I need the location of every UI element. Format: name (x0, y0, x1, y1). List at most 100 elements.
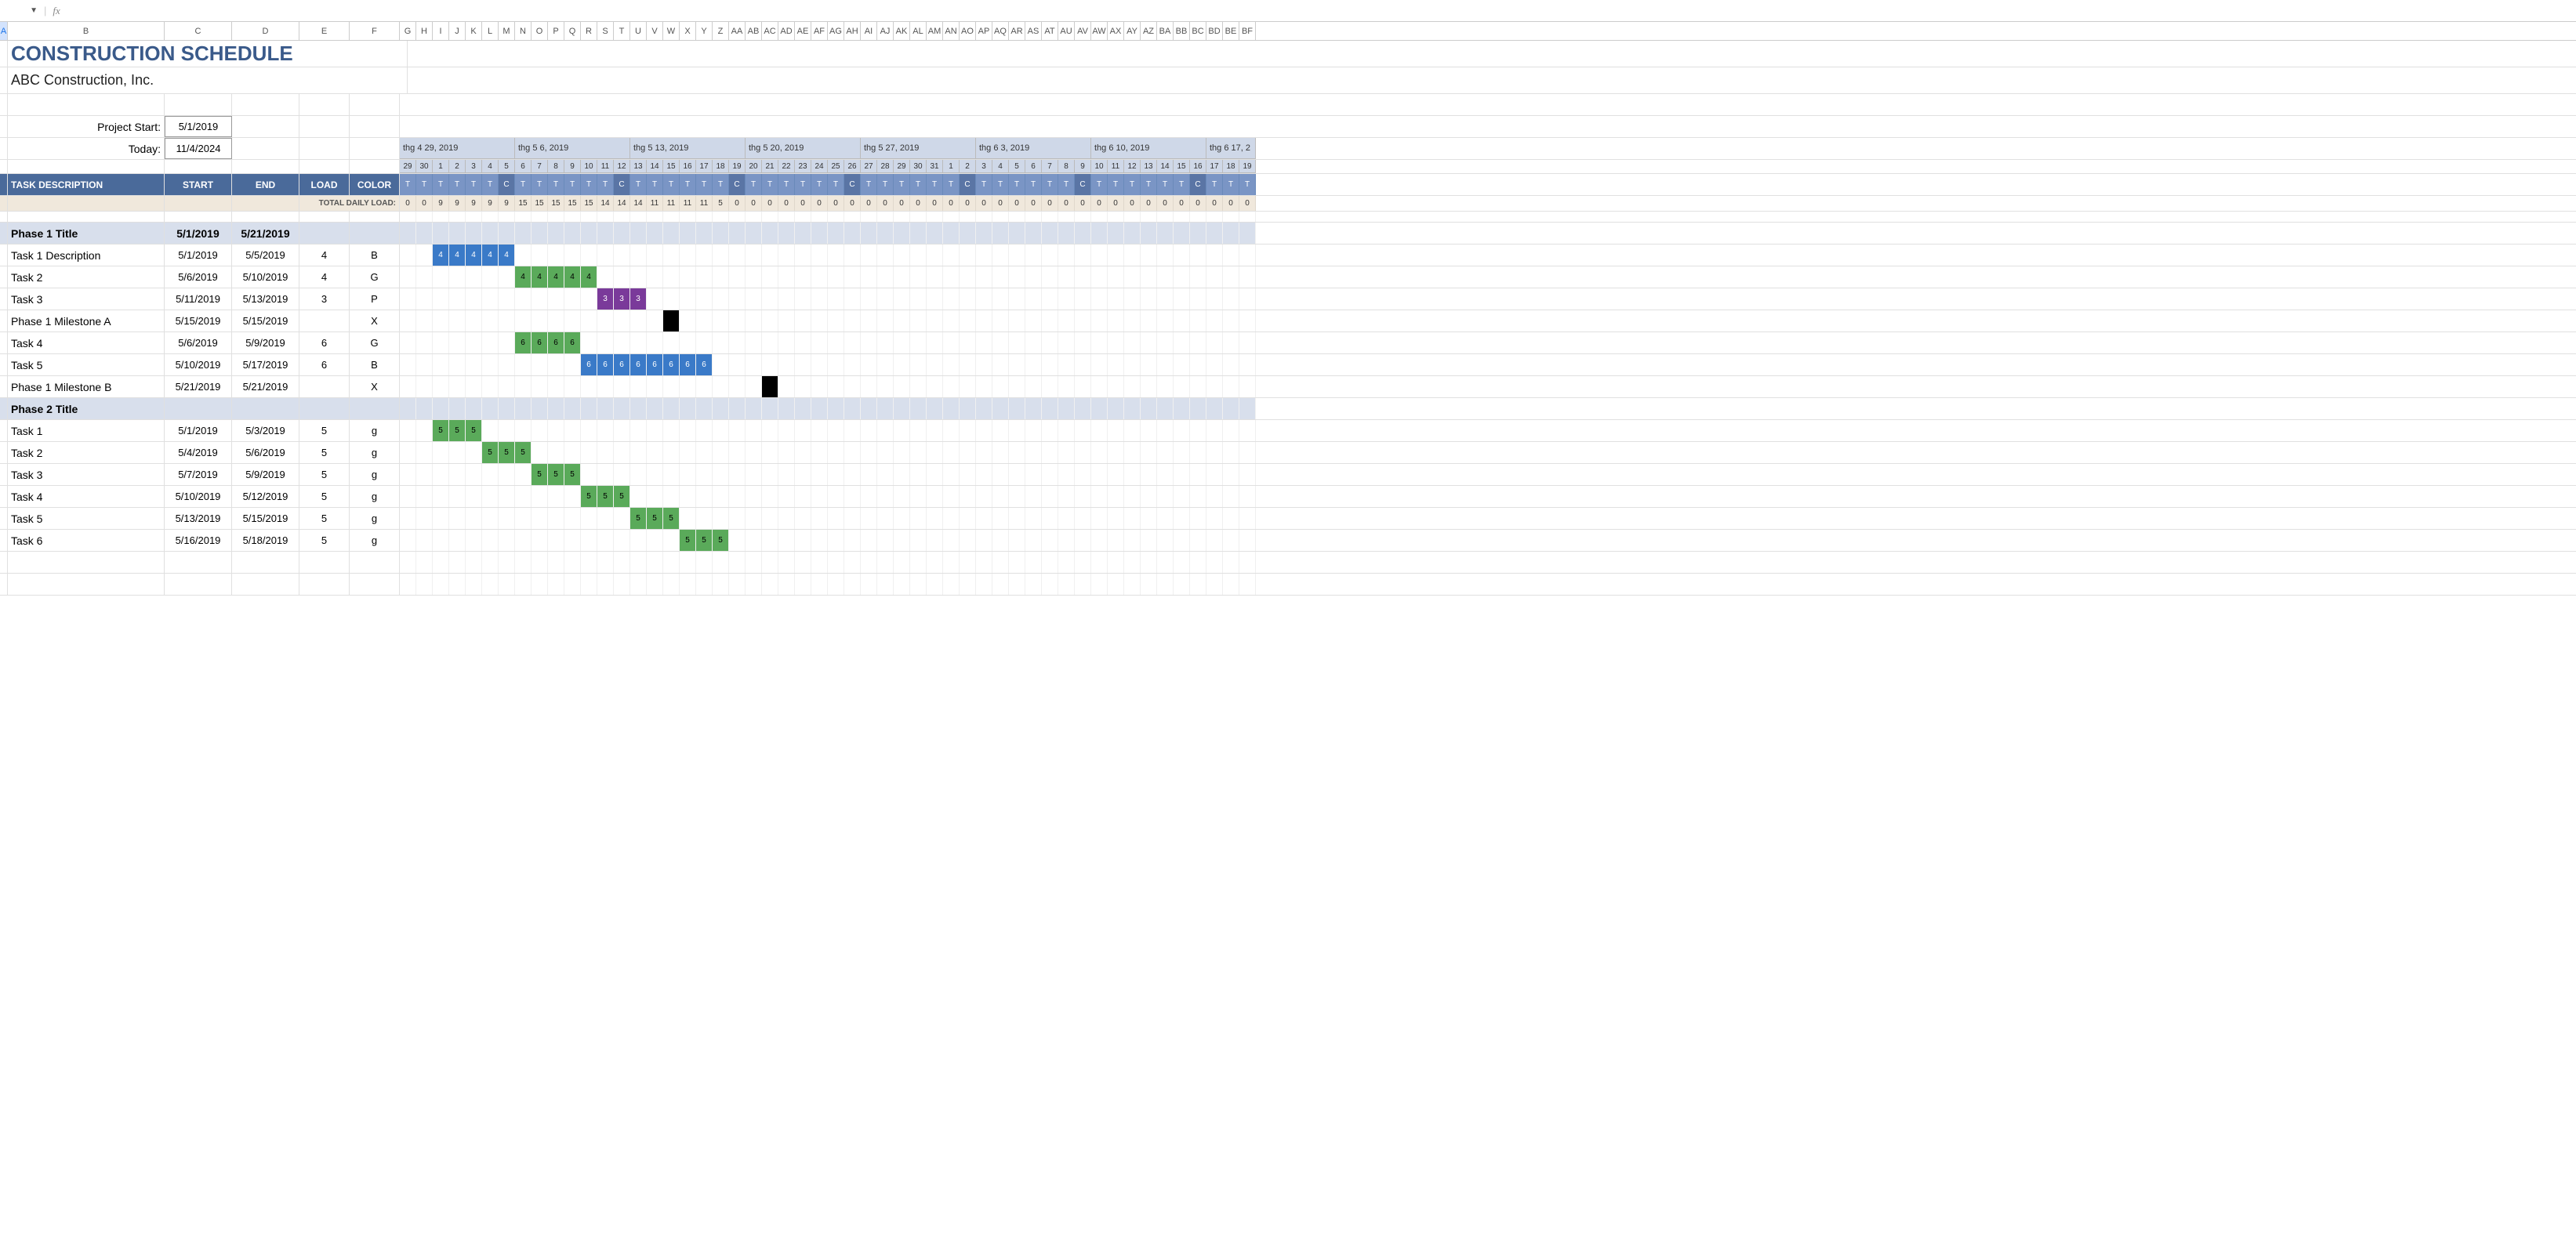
gantt-bar-segment[interactable]: 5 (581, 486, 597, 507)
gantt-cell[interactable] (614, 420, 630, 441)
gantt-cell[interactable] (1075, 223, 1091, 244)
gantt-cell[interactable] (1108, 244, 1124, 266)
gantt-cell[interactable] (647, 530, 663, 551)
gantt-cell[interactable] (811, 288, 828, 310)
gantt-cell[interactable] (877, 244, 894, 266)
gantt-cell[interactable] (713, 486, 729, 507)
gantt-cell[interactable] (927, 376, 943, 397)
gantt-cell[interactable] (499, 486, 515, 507)
gantt-cell[interactable] (499, 420, 515, 441)
gantt-cell[interactable] (1042, 398, 1058, 419)
gantt-cell[interactable] (696, 332, 713, 353)
gantt-cell[interactable] (597, 464, 614, 485)
gantt-cell[interactable] (943, 354, 960, 375)
gantt-cell[interactable] (1042, 420, 1058, 441)
gantt-cell[interactable] (927, 354, 943, 375)
gantt-cell[interactable] (1075, 288, 1091, 310)
gantt-cell[interactable] (532, 508, 548, 529)
gantt-cell[interactable] (663, 442, 680, 463)
gantt-cell[interactable] (1239, 420, 1256, 441)
gantt-cell[interactable] (696, 266, 713, 288)
task-name[interactable]: Task 1 (8, 420, 165, 441)
gantt-cell[interactable] (894, 442, 910, 463)
gantt-cell[interactable] (1223, 398, 1239, 419)
col-header-AM[interactable]: AM (927, 22, 943, 40)
gantt-cell[interactable] (778, 508, 795, 529)
gantt-cell[interactable] (449, 464, 466, 485)
gantt-cell[interactable] (548, 376, 564, 397)
gantt-cell[interactable] (861, 464, 877, 485)
task-start[interactable]: 5/13/2019 (165, 508, 232, 529)
gantt-cell[interactable] (696, 376, 713, 397)
gantt-cell[interactable] (1157, 530, 1174, 551)
gantt-cell[interactable] (663, 420, 680, 441)
gantt-cell[interactable] (894, 486, 910, 507)
gantt-cell[interactable] (976, 266, 992, 288)
task-row[interactable]: Task 45/10/20195/12/20195g555 (0, 486, 2576, 508)
gantt-bar-segment[interactable]: 5 (466, 420, 482, 441)
gantt-cell[interactable] (680, 376, 696, 397)
gantt-bar-segment[interactable] (729, 223, 746, 244)
gantt-cell[interactable] (482, 508, 499, 529)
task-row[interactable]: Task 55/13/20195/15/20195g555 (0, 508, 2576, 530)
gantt-cell[interactable] (778, 442, 795, 463)
col-header-E[interactable]: E (299, 22, 350, 40)
gantt-cell[interactable] (1157, 486, 1174, 507)
gantt-cell[interactable] (482, 420, 499, 441)
gantt-cell[interactable] (762, 464, 778, 485)
gantt-cell[interactable] (449, 288, 466, 310)
task-end[interactable]: 5/9/2019 (232, 464, 299, 485)
gantt-cell[interactable] (729, 486, 746, 507)
gantt-cell[interactable] (1108, 464, 1124, 485)
gantt-cell[interactable] (828, 420, 844, 441)
task-name[interactable]: Task 5 (8, 354, 165, 375)
task-end[interactable]: 5/17/2019 (232, 354, 299, 375)
gantt-cell[interactable] (482, 332, 499, 353)
gantt-cell[interactable] (680, 442, 696, 463)
phase-row[interactable]: Phase 2 Title (0, 398, 2576, 420)
gantt-cell[interactable] (564, 354, 581, 375)
gantt-bar-segment[interactable]: 5 (630, 508, 647, 529)
gantt-cell[interactable] (416, 464, 433, 485)
col-header-L[interactable]: L (482, 22, 499, 40)
gantt-cell[interactable] (976, 464, 992, 485)
gantt-cell[interactable] (1141, 508, 1157, 529)
gantt-cell[interactable] (482, 354, 499, 375)
gantt-cell[interactable] (1223, 530, 1239, 551)
gantt-cell[interactable] (1124, 354, 1141, 375)
gantt-cell[interactable] (1141, 486, 1157, 507)
task-load[interactable]: 4 (299, 244, 350, 266)
col-header-BD[interactable]: BD (1206, 22, 1223, 40)
task-load[interactable]: 5 (299, 508, 350, 529)
task-start[interactable]: 5/10/2019 (165, 354, 232, 375)
gantt-cell[interactable] (466, 486, 482, 507)
task-load[interactable]: 6 (299, 354, 350, 375)
gantt-cell[interactable] (778, 332, 795, 353)
gantt-cell[interactable] (466, 266, 482, 288)
gantt-cell[interactable] (844, 288, 861, 310)
gantt-cell[interactable] (795, 310, 811, 331)
gantt-cell[interactable] (1157, 508, 1174, 529)
gantt-cell[interactable] (877, 332, 894, 353)
gantt-cell[interactable] (910, 486, 927, 507)
gantt-cell[interactable] (548, 442, 564, 463)
gantt-cell[interactable] (630, 376, 647, 397)
gantt-cell[interactable] (828, 486, 844, 507)
gantt-cell[interactable] (992, 223, 1009, 244)
gantt-cell[interactable] (811, 244, 828, 266)
gantt-cell[interactable] (614, 442, 630, 463)
gantt-cell[interactable] (811, 486, 828, 507)
gantt-bar-segment[interactable]: 6 (548, 332, 564, 353)
gantt-cell[interactable] (564, 398, 581, 419)
gantt-cell[interactable] (581, 464, 597, 485)
gantt-cell[interactable] (976, 354, 992, 375)
gantt-cell[interactable] (1239, 442, 1256, 463)
gantt-bar-segment[interactable]: 5 (499, 442, 515, 463)
gantt-cell[interactable] (1025, 354, 1042, 375)
gantt-cell[interactable] (416, 244, 433, 266)
task-end[interactable]: 5/5/2019 (232, 244, 299, 266)
gantt-cell[interactable] (647, 486, 663, 507)
gantt-cell[interactable] (1042, 332, 1058, 353)
gantt-cell[interactable] (1091, 420, 1108, 441)
gantt-cell[interactable] (433, 332, 449, 353)
